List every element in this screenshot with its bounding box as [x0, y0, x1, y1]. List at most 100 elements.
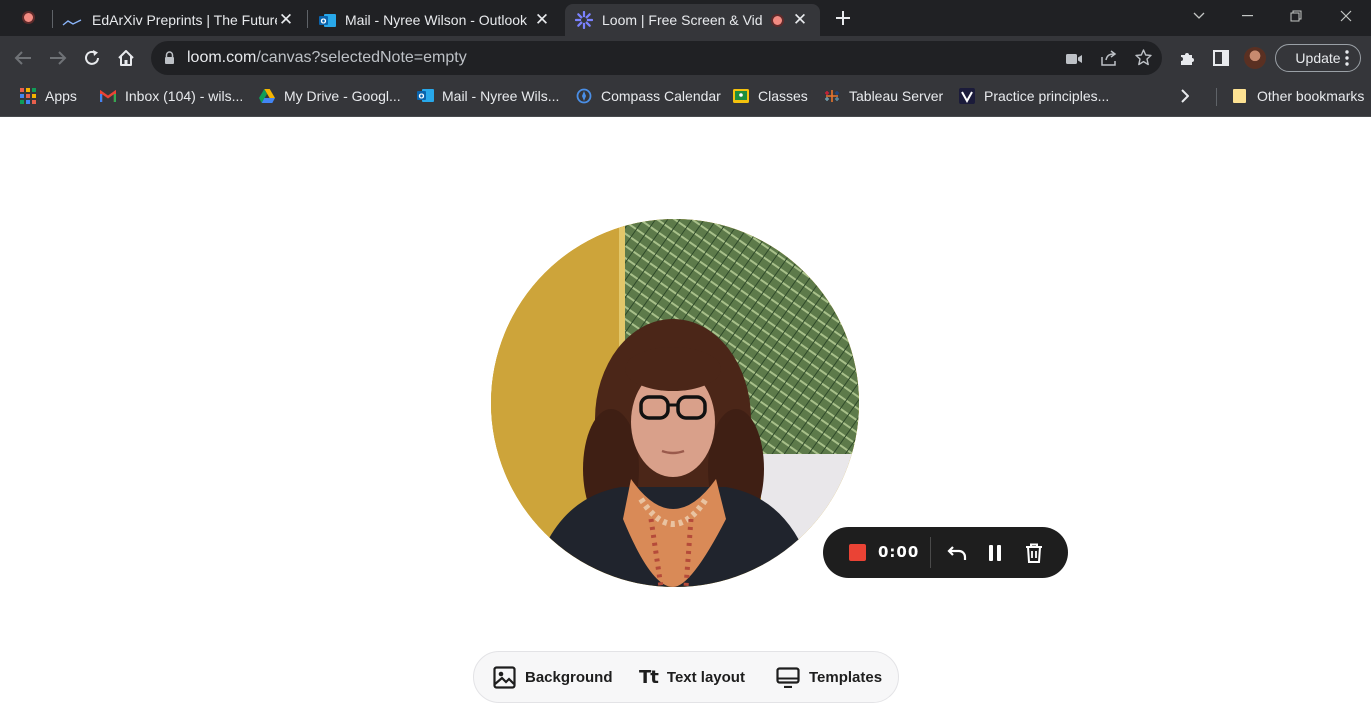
- close-tab-icon[interactable]: ✕: [790, 10, 810, 30]
- arrow-left-icon: [14, 51, 31, 65]
- bookmark-label: My Drive - Googl...: [284, 88, 401, 104]
- compass-icon: [576, 88, 592, 104]
- side-panel-icon: [1213, 50, 1229, 66]
- tab-loom[interactable]: Loom | Free Screen & Video ✕: [565, 4, 820, 36]
- url-path: /canvas?selectedNote=empty: [256, 49, 467, 66]
- back-button[interactable]: [9, 44, 37, 72]
- tab-title: EdArXiv Preprints | The Future of: [92, 12, 277, 28]
- background-label: Background: [525, 668, 613, 686]
- loom-icon: [574, 10, 594, 30]
- bookmark-practice-principles[interactable]: Practice principles...: [959, 80, 1109, 112]
- webcam-feed: [491, 219, 859, 587]
- close-window-button[interactable]: [1322, 0, 1370, 32]
- bookmark-label: Classes: [758, 88, 808, 104]
- restart-button[interactable]: [944, 540, 970, 566]
- bookmark-apps[interactable]: Apps: [20, 80, 77, 112]
- lock-icon: [164, 51, 175, 70]
- other-bookmarks-label: Other bookmarks: [1257, 88, 1365, 104]
- minimize-icon: [1241, 15, 1253, 17]
- bookmark-outlook-mail[interactable]: O Mail - Nyree Wils...: [417, 80, 559, 112]
- bookmark-gmail[interactable]: Inbox (104) - wils...: [99, 80, 244, 112]
- pause-button[interactable]: [982, 540, 1008, 566]
- minimize-button[interactable]: [1223, 0, 1271, 32]
- new-tab-button[interactable]: [831, 6, 855, 30]
- outlook-icon: O: [319, 13, 336, 28]
- url-host: loom.com: [187, 49, 257, 66]
- bookmark-label: Apps: [45, 88, 77, 104]
- text-layout-button[interactable]: Tt Text layout: [639, 652, 745, 702]
- recording-indicator-icon[interactable]: [24, 13, 33, 22]
- browser-toolbar: loom.com/canvas?selectedNote=empty Updat…: [0, 36, 1371, 80]
- chevron-down-icon: [1193, 12, 1205, 19]
- restore-button[interactable]: [1272, 0, 1320, 32]
- plus-icon: [836, 11, 850, 25]
- svg-text:O: O: [419, 93, 425, 101]
- tab-edarxiv[interactable]: EdArXiv Preprints | The Future of ✕: [56, 4, 306, 36]
- classroom-icon: [733, 88, 749, 104]
- video-camera-icon[interactable]: [1066, 52, 1083, 70]
- chevron-right-icon: [1181, 89, 1189, 103]
- tab-separator: [307, 10, 308, 28]
- bookmarks-overflow-button[interactable]: [1180, 80, 1189, 112]
- outlook-icon: O: [417, 88, 434, 104]
- close-tab-icon[interactable]: ✕: [276, 10, 296, 30]
- menu-button[interactable]: [1337, 44, 1357, 72]
- tab-title: Mail - Nyree Wilson - Outlook: [345, 12, 528, 28]
- reload-icon: [85, 50, 99, 65]
- pause-icon: [989, 545, 1001, 561]
- tab-search-button[interactable]: [1175, 0, 1223, 32]
- undo-icon: [947, 546, 967, 560]
- apps-grid-icon: [20, 88, 36, 104]
- controls-divider: [930, 537, 931, 568]
- reload-button[interactable]: [78, 44, 106, 72]
- bookmark-label: Compass Calendar: [601, 88, 721, 104]
- text-icon: Tt: [639, 666, 659, 688]
- profile-avatar[interactable]: [1244, 47, 1266, 69]
- bookmark-classes[interactable]: Classes: [733, 80, 808, 112]
- home-icon: [118, 50, 134, 66]
- arrow-right-icon: [50, 51, 67, 65]
- tab-title: Loom | Free Screen & Video: [602, 12, 762, 28]
- bookmark-compass-calendar[interactable]: Compass Calendar: [576, 80, 721, 112]
- stop-recording-button[interactable]: [849, 544, 866, 561]
- share-icon[interactable]: [1101, 50, 1118, 71]
- puzzle-icon: [1180, 52, 1194, 65]
- bookmark-label: Tableau Server: [849, 88, 944, 104]
- home-button[interactable]: [112, 44, 140, 72]
- trash-icon: [1026, 543, 1042, 563]
- bookmark-tableau-server[interactable]: Tableau Server: [824, 80, 943, 112]
- bookmark-label: Practice principles...: [984, 88, 1110, 104]
- folder-icon: [1232, 88, 1248, 104]
- canvas-toolbar: Background Tt Text layout Templates: [473, 651, 899, 703]
- bookmark-label: Mail - Nyree Wils...: [442, 88, 560, 104]
- other-bookmarks[interactable]: Other bookmarks: [1232, 80, 1364, 112]
- camera-bubble[interactable]: [491, 219, 859, 587]
- templates-button[interactable]: Templates: [776, 652, 882, 702]
- edarxiv-icon: [62, 15, 82, 26]
- recording-timer: 0:00: [878, 543, 920, 561]
- svg-text:O: O: [321, 17, 327, 25]
- gmail-icon: [99, 88, 117, 104]
- bookmark-star-icon[interactable]: [1135, 49, 1152, 71]
- bookmarks-divider: [1216, 88, 1217, 106]
- delete-button[interactable]: [1021, 540, 1047, 566]
- url-text: loom.com/canvas?selectedNote=empty: [187, 41, 467, 75]
- close-icon: [1340, 10, 1352, 22]
- background-button[interactable]: Background: [493, 652, 613, 702]
- google-drive-icon: [259, 88, 275, 104]
- side-panel-button[interactable]: [1207, 44, 1235, 72]
- tableau-icon: [824, 88, 840, 104]
- bookmark-label: Inbox (104) - wils...: [125, 88, 244, 104]
- address-bar[interactable]: loom.com/canvas?selectedNote=empty: [151, 41, 1162, 75]
- bookmark-google-drive[interactable]: My Drive - Googl...: [259, 80, 401, 112]
- templates-label: Templates: [809, 668, 883, 686]
- close-tab-icon[interactable]: ✕: [532, 10, 552, 30]
- forward-button[interactable]: [44, 44, 72, 72]
- tab-outlook-mail[interactable]: O Mail - Nyree Wilson - Outlook ✕: [310, 4, 562, 36]
- tab-strip: EdArXiv Preprints | The Future of ✕ O Ma…: [0, 0, 1371, 36]
- tab-separator: [52, 10, 53, 28]
- more-vertical-icon: [1345, 50, 1349, 66]
- monitor-icon: [776, 666, 800, 688]
- extensions-button[interactable]: [1173, 44, 1201, 72]
- recording-icon: [773, 16, 782, 25]
